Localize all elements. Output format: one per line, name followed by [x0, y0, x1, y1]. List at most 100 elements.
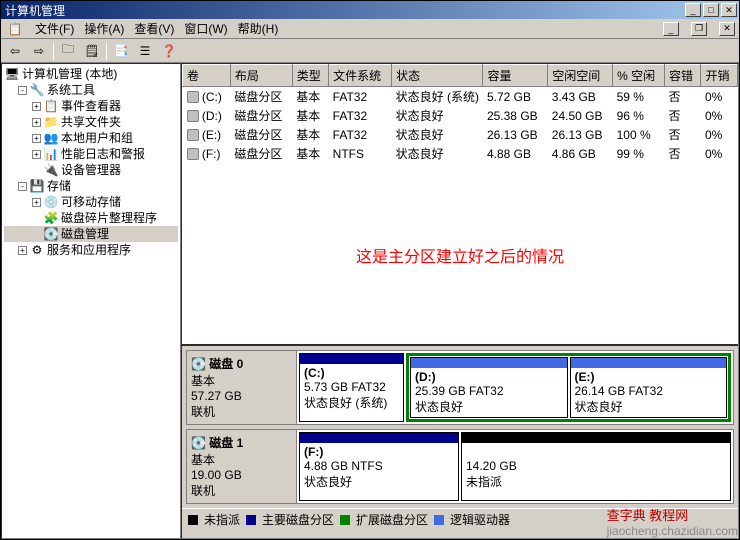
tree-removable[interactable]: +💿可移动存储	[4, 194, 178, 210]
volume-list[interactable]: 卷 布局 类型 文件系统 状态 容量 空闲空间 % 空闲 容错 开销 (C:)磁…	[182, 64, 738, 344]
toolbar: ⇦ ⇨ 🗀 🗒 📑 ☰ ❓	[1, 39, 739, 63]
tree-diskmgmt[interactable]: 💽磁盘管理	[4, 226, 178, 242]
col-free[interactable]: 空闲空间	[548, 65, 613, 87]
partition-color-bar	[300, 433, 458, 443]
partition-unallocated[interactable]: 14.20 GB 未指派	[461, 432, 731, 501]
disk1-row[interactable]: 💽 磁盘 1 基本 19.00 GB 联机 (F:) 4.88 GB NTFS …	[186, 429, 734, 504]
up-icon[interactable]: 🗀	[58, 41, 78, 61]
tree-storage[interactable]: -💾存储	[4, 178, 178, 194]
event-icon: 📋	[43, 98, 59, 114]
window-title: 计算机管理	[3, 2, 683, 19]
tree-root[interactable]: 🖥计算机管理 (本地)	[4, 66, 178, 82]
table-row[interactable]: (E:)磁盘分区基本FAT32状态良好26.13 GB26.13 GB100 %…	[183, 125, 738, 144]
menu-view[interactable]: 查看(V)	[134, 20, 174, 37]
volume-icon	[187, 110, 199, 122]
separator	[106, 42, 107, 60]
disk0-row[interactable]: 💽 磁盘 0 基本 57.27 GB 联机 (C:) 5.73 GB FAT32…	[186, 350, 734, 425]
collapse-icon[interactable]: -	[18, 182, 27, 191]
volume-icon	[187, 148, 199, 160]
refresh-icon[interactable]: 🗒	[82, 41, 102, 61]
table-row[interactable]: (D:)磁盘分区基本FAT32状态良好25.38 GB24.50 GB96 %否…	[183, 106, 738, 125]
tree-panel[interactable]: 🖥计算机管理 (本地) -🔧系统工具 +📋事件查看器 +📁共享文件夹 +👥本地用…	[1, 63, 181, 539]
disk1-header[interactable]: 💽 磁盘 1 基本 19.00 GB 联机	[187, 430, 297, 503]
table-row[interactable]: (F:)磁盘分区基本NTFS状态良好4.88 GB4.86 GB99 %否0%	[183, 144, 738, 163]
tree-perflogs[interactable]: +📊性能日志和警报	[4, 146, 178, 162]
expand-icon[interactable]: +	[32, 118, 41, 127]
users-icon: 👥	[43, 130, 59, 146]
legend-box-unalloc	[188, 515, 198, 525]
expand-icon[interactable]: +	[32, 198, 41, 207]
mdi-close-button[interactable]: ✕	[719, 22, 735, 36]
maximize-button[interactable]: □	[703, 3, 719, 17]
tree-eventviewer[interactable]: +📋事件查看器	[4, 98, 178, 114]
minimize-button[interactable]: _	[685, 3, 701, 17]
removable-icon: 💿	[43, 194, 59, 210]
defrag-icon: 🧩	[43, 210, 59, 226]
disk-icon: 💽	[43, 226, 59, 242]
col-capacity[interactable]: 容量	[483, 65, 548, 87]
partition-d[interactable]: (D:) 25.39 GB FAT32 状态良好	[410, 357, 568, 418]
forward-icon[interactable]: ⇨	[29, 41, 49, 61]
partition-e[interactable]: (E:) 26.14 GB FAT32 状态良好	[570, 357, 728, 418]
col-fs[interactable]: 文件系统	[329, 65, 392, 87]
partition-color-bar	[300, 354, 403, 364]
close-button[interactable]: ✕	[721, 3, 737, 17]
col-status[interactable]: 状态	[392, 65, 483, 87]
partition-c[interactable]: (C:) 5.73 GB FAT32 状态良好 (系统)	[299, 353, 404, 422]
legend-box-extended	[340, 515, 350, 525]
tree-services[interactable]: +⚙服务和应用程序	[4, 242, 178, 258]
tree-shared[interactable]: +📁共享文件夹	[4, 114, 178, 130]
list-icon[interactable]: ☰	[135, 41, 155, 61]
collapse-icon[interactable]: -	[18, 86, 27, 95]
device-icon: 🔌	[43, 162, 59, 178]
partition-color-bar	[571, 358, 727, 368]
folder-icon: 📁	[43, 114, 59, 130]
properties-icon[interactable]: 📑	[111, 41, 131, 61]
extended-partition-wrap: (D:) 25.39 GB FAT32 状态良好 (E:) 26.14 GB F…	[406, 353, 731, 422]
menu-window[interactable]: 窗口(W)	[184, 20, 227, 37]
tree-defrag[interactable]: 🧩磁盘碎片整理程序	[4, 210, 178, 226]
watermark: 查字典 教程网 jiaocheng.chazidian.com	[605, 503, 740, 540]
separator	[53, 42, 54, 60]
mdi-minimize-button[interactable]: _	[663, 22, 679, 36]
col-type[interactable]: 类型	[292, 65, 328, 87]
tools-icon: 🔧	[29, 82, 45, 98]
help-icon[interactable]: ❓	[159, 41, 179, 61]
partition-color-bar	[462, 433, 730, 443]
menu-help[interactable]: 帮助(H)	[238, 20, 279, 37]
back-icon[interactable]: ⇦	[5, 41, 25, 61]
disk0-header[interactable]: 💽 磁盘 0 基本 57.27 GB 联机	[187, 351, 297, 424]
menu-file[interactable]: 文件(F)	[35, 20, 74, 37]
app-icon: 📋	[5, 19, 25, 39]
tree-systools[interactable]: -🔧系统工具	[4, 82, 178, 98]
menubar: 📋 文件(F) 操作(A) 查看(V) 窗口(W) 帮助(H) _ ❐ ✕	[1, 19, 739, 39]
tree-devmgr[interactable]: 🔌设备管理器	[4, 162, 178, 178]
computer-icon: 🖥	[4, 66, 20, 82]
volume-icon	[187, 91, 199, 103]
expand-icon[interactable]: +	[32, 102, 41, 111]
col-layout[interactable]: 布局	[230, 65, 292, 87]
expand-icon[interactable]: +	[32, 134, 41, 143]
tree-localusers[interactable]: +👥本地用户和组	[4, 130, 178, 146]
storage-icon: 💾	[29, 178, 45, 194]
col-vol[interactable]: 卷	[183, 65, 231, 87]
volume-table: 卷 布局 类型 文件系统 状态 容量 空闲空间 % 空闲 容错 开销 (C:)磁…	[182, 64, 738, 163]
col-fault[interactable]: 容错	[665, 65, 701, 87]
partition-color-bar	[411, 358, 567, 368]
partition-f[interactable]: (F:) 4.88 GB NTFS 状态良好	[299, 432, 459, 501]
annotation-text: 这是主分区建立好之后的情况	[182, 243, 738, 267]
disk-icon: 💽	[191, 357, 206, 371]
legend-box-logical	[434, 515, 444, 525]
titlebar: 计算机管理 _ □ ✕	[1, 1, 739, 19]
perf-icon: 📊	[43, 146, 59, 162]
services-icon: ⚙	[29, 242, 45, 258]
table-row[interactable]: (C:)磁盘分区基本FAT32状态良好 (系统)5.72 GB3.43 GB59…	[183, 87, 738, 107]
menu-action[interactable]: 操作(A)	[84, 20, 124, 37]
content-panel: 卷 布局 类型 文件系统 状态 容量 空闲空间 % 空闲 容错 开销 (C:)磁…	[181, 63, 739, 539]
col-overhead[interactable]: 开销	[701, 65, 738, 87]
disk-icon: 💽	[191, 436, 206, 450]
expand-icon[interactable]: +	[32, 150, 41, 159]
expand-icon[interactable]: +	[18, 246, 27, 255]
mdi-restore-button[interactable]: ❐	[691, 22, 707, 36]
col-pctfree[interactable]: % 空闲	[613, 65, 665, 87]
